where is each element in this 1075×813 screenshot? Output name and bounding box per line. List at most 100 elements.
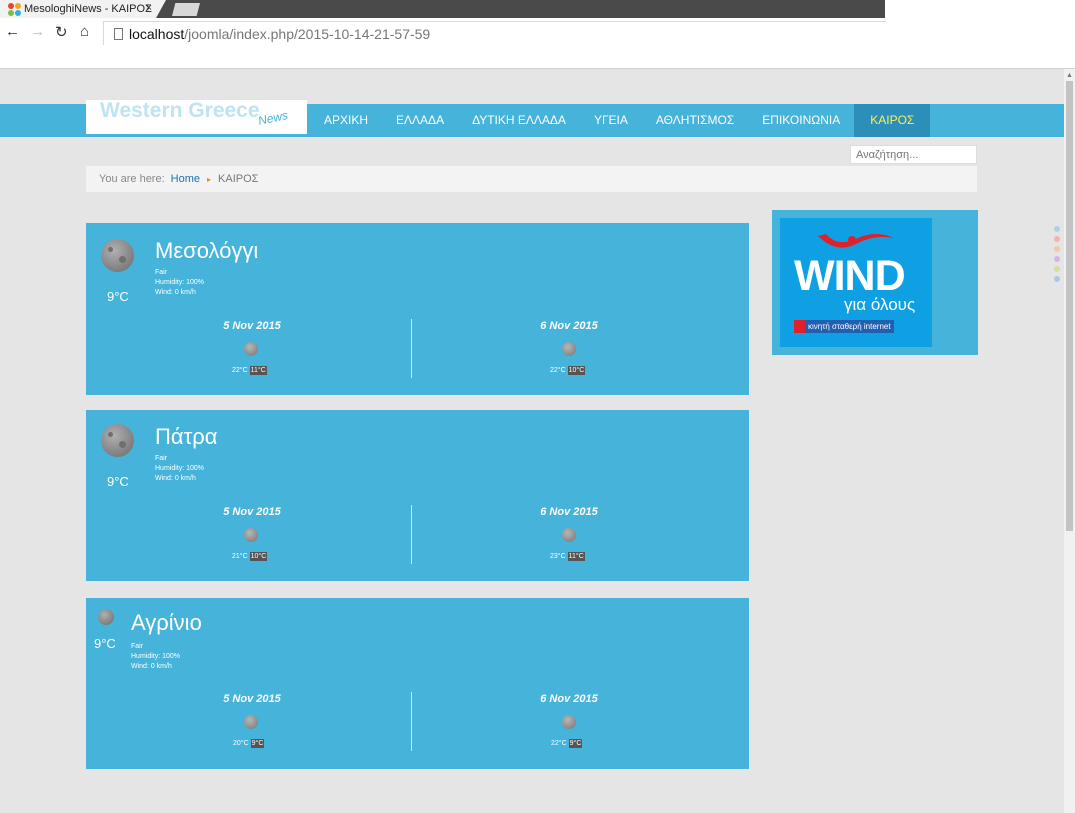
menu-item-contact[interactable]: ΕΠΙΚΟΙΝΩΝΙΑ <box>748 104 854 137</box>
joomla-favicon-icon <box>8 2 21 16</box>
moon-icon <box>101 239 134 272</box>
tab-close-icon[interactable]: × <box>146 2 152 14</box>
menu-item-health[interactable]: ΥΓΕΙΑ <box>580 104 642 137</box>
color-dot[interactable] <box>1054 246 1060 252</box>
forecast-date: 5 Nov 2015 <box>223 506 281 518</box>
current-temp: 9°C <box>94 636 116 651</box>
forecast-low: 11°C <box>567 552 585 561</box>
forecast-high: 22°C <box>232 367 248 374</box>
forecast-low: 10°C <box>249 552 268 561</box>
moon-icon <box>101 424 134 457</box>
forecast-date: 6 Nov 2015 <box>540 320 598 332</box>
menu-item-home[interactable]: ΑΡΧΙΚΗ <box>310 104 382 137</box>
forecast-moon-icon <box>562 342 576 356</box>
address-bar[interactable]: localhost/joomla/index.php/2015-10-14-21… <box>103 21 886 45</box>
browser-tab[interactable]: MesologhiNews - ΚΑΙΡΟΣ × <box>0 0 166 18</box>
condition: Fair <box>155 269 168 276</box>
site-logo[interactable]: Western Greece News <box>86 99 307 134</box>
humidity: Humidity: 100% <box>131 653 181 660</box>
moon-icon <box>98 609 114 625</box>
city-name: Πάτρα <box>155 424 218 449</box>
main-menu: ΑΡΧΙΚΗ ΕΛΛΑΔΑ ΔΥΤΙΚΗ ΕΛΛΑΔΑ ΥΓΕΙΑ ΑΘΛΗΤΙ… <box>310 104 931 137</box>
forecast-date: 6 Nov 2015 <box>540 693 598 705</box>
color-dot[interactable] <box>1054 226 1060 232</box>
wind: Wind: 0 km/h <box>155 289 196 296</box>
forecast-date: 5 Nov 2015 <box>223 320 281 332</box>
forecast-low: 10°C <box>567 366 586 375</box>
ad-tagline: για όλους <box>844 295 916 314</box>
home-icon[interactable]: ⌂ <box>80 23 89 40</box>
forward-arrow-icon[interactable]: → <box>30 23 45 40</box>
breadcrumb-home-link[interactable]: Home <box>171 173 200 185</box>
browser-toolbar: ← → ↻ ⌂ localhost/joomla/index.php/2015-… <box>0 18 1075 69</box>
forecast-moon-icon <box>244 715 258 729</box>
menu-item-west-greece[interactable]: ΔΥΤΙΚΗ ΕΛΛΑΔΑ <box>458 104 580 137</box>
vertical-scrollbar[interactable]: ▲ <box>1064 69 1075 813</box>
forecast-temps: 22°C 10°C <box>550 366 586 375</box>
forecast-date: 5 Nov 2015 <box>223 693 281 705</box>
browser-tab-strip: MesologhiNews - ΚΑΙΡΟΣ × <box>0 0 1075 18</box>
menu-item-weather[interactable]: ΚΑΙΡΟΣ <box>854 104 931 137</box>
menu-item-sports[interactable]: ΑΘΛΗΤΙΣΜΟΣ <box>642 104 748 137</box>
search-input[interactable] <box>850 145 977 164</box>
forecast-temps: 22°C 11°C <box>232 366 267 375</box>
new-tab-button[interactable] <box>172 3 200 16</box>
url-host: localhost <box>129 25 185 42</box>
forecast-low: 11°C <box>249 366 267 375</box>
page-icon <box>114 27 123 40</box>
forecast-low: 9°C <box>568 739 583 748</box>
forecast-high: 20°C <box>233 740 249 747</box>
forecast-temps: 20°C 9°C <box>233 739 265 748</box>
weather-card-mesolongi: 9°C Μεσολόγγι Fair Humidity: 100% Wind: … <box>86 223 749 395</box>
weather-card-agrinio: 9°C Αγρίνιο Fair Humidity: 100% Wind: 0 … <box>86 598 749 769</box>
forecast-high: 23°C <box>550 553 566 560</box>
humidity: Humidity: 100% <box>155 279 205 286</box>
color-dot[interactable] <box>1054 266 1060 272</box>
breadcrumb: You are here: Home ▸ ΚΑΙΡΟΣ <box>86 166 977 192</box>
weather-details: Fair Humidity: 100% Wind: 0 km/h <box>131 642 180 672</box>
wind-ad-banner[interactable]: WIND για όλους κινητή σταθερή internet <box>780 218 932 347</box>
ad-red-block <box>794 320 805 333</box>
ad-strip-text: κινητή σταθερή internet <box>808 322 891 331</box>
forecast-divider <box>411 505 412 564</box>
forecast-temps: 22°C 9°C <box>551 739 583 748</box>
url-path: /joomla/index.php/2015-10-14-21-57-59 <box>184 25 431 42</box>
back-arrow-icon[interactable]: ← <box>5 23 20 40</box>
scrollbar-thumb[interactable] <box>1066 81 1073 531</box>
current-temp: 9°C <box>107 289 129 304</box>
breadcrumb-current: ΚΑΙΡΟΣ <box>218 173 259 185</box>
forecast-moon-icon <box>244 528 258 542</box>
breadcrumb-label: You are here: <box>99 173 165 185</box>
weather-details: Fair Humidity: 100% Wind: 0 km/h <box>155 454 204 484</box>
forecast-temps: 21°C 10°C <box>232 552 268 561</box>
condition: Fair <box>131 643 144 650</box>
style-switcher-dots[interactable] <box>1054 226 1060 286</box>
logo-text: Western Greece <box>100 99 260 122</box>
forecast-temps: 23°C 11°C <box>550 552 585 561</box>
city-name: Αγρίνιο <box>131 610 202 635</box>
current-temp: 9°C <box>107 474 129 489</box>
wind: Wind: 0 km/h <box>131 663 172 670</box>
wind: Wind: 0 km/h <box>155 475 196 482</box>
logo-sub: News <box>256 108 290 128</box>
color-dot[interactable] <box>1054 276 1060 282</box>
forecast-date: 6 Nov 2015 <box>540 506 598 518</box>
forecast-high: 22°C <box>550 367 566 374</box>
ad-banner-container: WIND για όλους κινητή σταθερή internet <box>772 210 978 355</box>
forecast-high: 21°C <box>232 553 248 560</box>
forecast-low: 9°C <box>250 739 265 748</box>
forecast-divider <box>411 692 412 751</box>
breadcrumb-separator-icon: ▸ <box>207 174 212 184</box>
forecast-moon-icon <box>562 715 576 729</box>
color-dot[interactable] <box>1054 236 1060 242</box>
reload-icon[interactable]: ↻ <box>55 23 68 41</box>
weather-details: Fair Humidity: 100% Wind: 0 km/h <box>155 268 204 298</box>
forecast-moon-icon <box>562 528 576 542</box>
menu-item-greece[interactable]: ΕΛΛΑΔΑ <box>382 104 458 137</box>
forecast-divider <box>411 319 412 378</box>
color-dot[interactable] <box>1054 256 1060 262</box>
ad-brand: WIND <box>794 252 906 300</box>
forecast-high: 22°C <box>551 740 567 747</box>
scroll-up-icon[interactable]: ▲ <box>1066 72 1073 79</box>
ad-strip: κινητή σταθερή internet <box>794 320 894 333</box>
